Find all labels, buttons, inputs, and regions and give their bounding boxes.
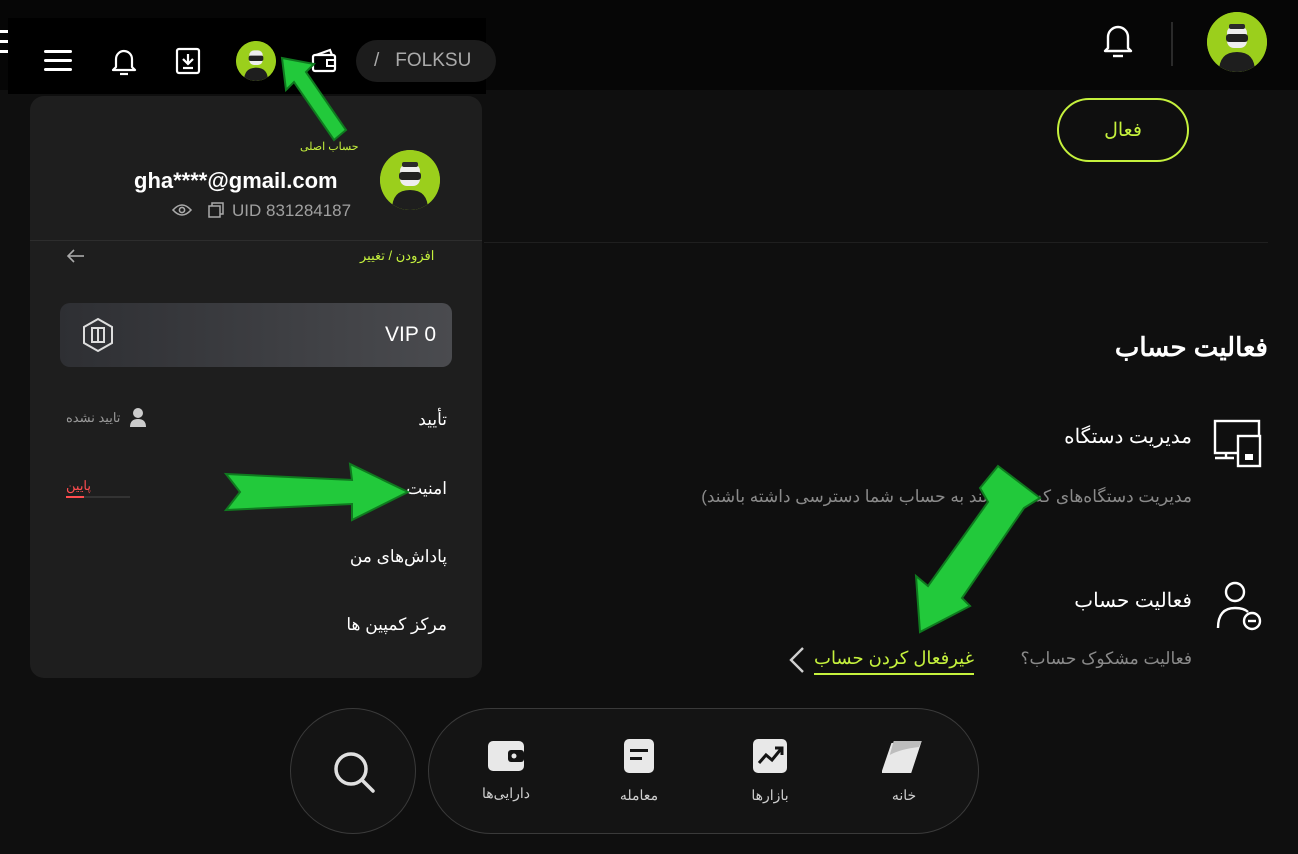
nav-home-label: خانه — [891, 787, 917, 803]
mini-bell-icon[interactable] — [110, 46, 138, 76]
annotation-arrow-deactivate — [906, 462, 1046, 642]
path-text: FOLKSU — [395, 50, 472, 71]
search-button[interactable] — [290, 708, 416, 834]
section-divider — [484, 242, 1268, 243]
user-activity-icon — [1214, 580, 1266, 632]
security-level-track — [84, 496, 130, 498]
section-title: فعالیت حساب — [1114, 332, 1268, 362]
add-switch-account-link[interactable]: افزودن / تغییر — [360, 248, 434, 264]
annotation-arrow-security — [222, 462, 412, 530]
device-management-title[interactable]: مدیریت دستگاه — [1064, 424, 1192, 449]
menu-item-verification[interactable]: تأیید — [418, 410, 447, 430]
search-icon — [331, 749, 377, 795]
path-prefix: / — [374, 50, 380, 71]
user-unverified-icon — [128, 406, 148, 428]
nav-assets-label: دارایی‌ها — [482, 785, 530, 801]
vip-card[interactable]: VIP 0 — [60, 303, 452, 367]
deactivate-account-link[interactable]: غیرفعال کردن حساب — [814, 648, 974, 675]
security-level: پایین — [66, 478, 92, 493]
home-icon — [882, 739, 926, 775]
menu-edge-icon — [0, 28, 10, 58]
wallet-icon — [486, 739, 526, 773]
nav-trade[interactable]: معامله — [584, 737, 694, 804]
menu-item-security[interactable]: امنیت — [406, 479, 447, 499]
nav-markets-label: بازارها — [751, 787, 789, 803]
download-icon[interactable] — [175, 47, 201, 75]
security-level-bar — [66, 496, 84, 498]
notification-bell-icon[interactable] — [1096, 18, 1140, 62]
nav-trade-label: معامله — [619, 787, 659, 803]
device-icon — [1212, 418, 1264, 470]
panel-divider — [30, 240, 482, 241]
verification-status: تایید نشده — [66, 410, 121, 425]
profile-avatar[interactable] — [1207, 12, 1267, 72]
vip-level: VIP 0 — [385, 323, 436, 346]
user-email: gha****@gmail.com — [134, 168, 338, 193]
menu-item-campaign-center[interactable]: مرکز کمپین ها — [346, 615, 447, 635]
menu-item-rewards[interactable]: پاداش‌های من — [350, 547, 447, 567]
trade-icon — [622, 737, 656, 775]
chevron-left-icon[interactable] — [788, 645, 806, 675]
bottom-nav: دارایی‌ها معامله بازارها خانه — [428, 708, 979, 834]
nav-home[interactable]: خانه — [849, 739, 959, 804]
panel-avatar — [380, 150, 440, 210]
arrow-left-icon[interactable] — [66, 248, 86, 264]
hamburger-menu-icon[interactable] — [44, 50, 72, 72]
active-status-button[interactable]: فعال — [1057, 98, 1189, 162]
vip-badge-icon — [80, 317, 116, 353]
suspicious-activity-text: فعالیت مشکوک حساب؟ — [1020, 649, 1193, 668]
copy-icon[interactable] — [208, 202, 224, 218]
eye-icon[interactable] — [172, 203, 192, 217]
annotation-arrow-avatar — [262, 50, 362, 154]
user-uid: UID 831284187 — [232, 201, 352, 220]
nav-assets[interactable]: دارایی‌ها — [451, 739, 561, 802]
chart-icon — [751, 737, 789, 775]
nav-markets[interactable]: بازارها — [715, 737, 825, 804]
account-activity-title: فعالیت حساب — [1074, 590, 1192, 612]
header-divider — [1171, 22, 1173, 66]
breadcrumb[interactable]: / FOLKSU — [356, 40, 496, 82]
